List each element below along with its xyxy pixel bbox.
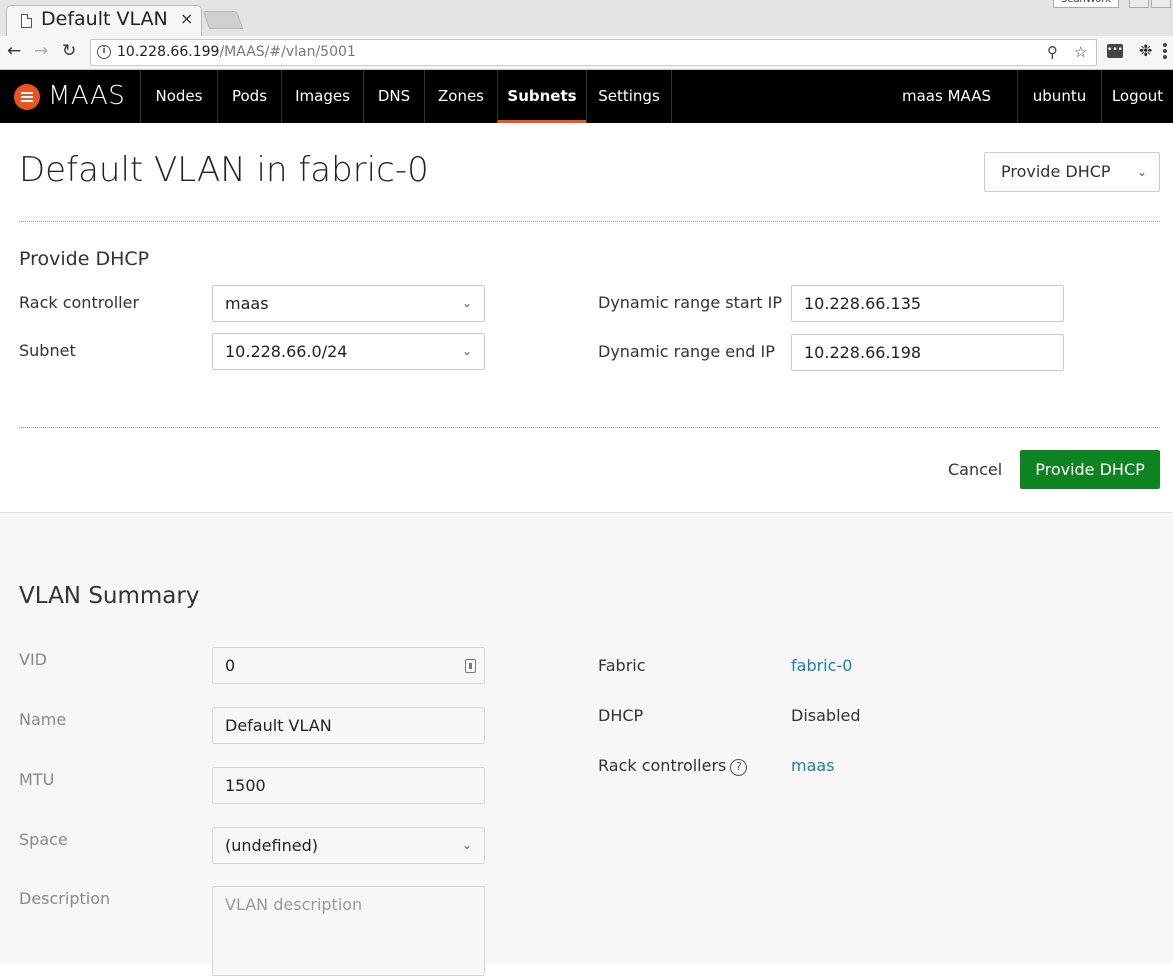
nav-pods[interactable]: Pods <box>217 70 281 123</box>
browser-tab[interactable]: Default VLAN × <box>6 5 202 36</box>
description-label: Description <box>19 889 111 908</box>
star-icon[interactable]: ☆ <box>1074 43 1087 61</box>
end-ip-input[interactable]: 10.228.66.198 <box>791 334 1064 371</box>
fabric-label: Fabric <box>598 656 646 675</box>
take-action-label: Provide DHCP <box>1001 162 1111 181</box>
provide-dhcp-button[interactable]: Provide DHCP <box>1020 450 1160 489</box>
minimize-button[interactable] <box>1129 0 1149 8</box>
description-placeholder: VLAN description <box>225 895 363 914</box>
rack-controller-link[interactable]: maas <box>791 756 835 775</box>
maas-logo-icon[interactable] <box>14 84 40 110</box>
restore-button[interactable] <box>1151 0 1171 8</box>
nav-images[interactable]: Images <box>281 70 363 123</box>
name-value: Default VLAN <box>225 716 332 735</box>
start-ip-input[interactable]: 10.228.66.135 <box>791 285 1064 322</box>
nav-nodes[interactable]: Nodes <box>140 70 217 123</box>
address-bar[interactable]: i 10.228.66.199/MAAS/#/vlan/5001 ⚲ ☆ <box>90 39 1097 66</box>
description-textarea[interactable]: VLAN description <box>212 886 485 976</box>
url-path: /MAAS/#/vlan/5001 <box>219 44 356 60</box>
gimp-icon[interactable]: ❉ <box>1139 41 1152 60</box>
mtu-input[interactable]: 1500 <box>212 767 485 804</box>
browser-tabstrip: Default VLAN × SeanWork <box>0 0 1173 36</box>
name-input[interactable]: Default VLAN <box>212 707 485 744</box>
profile-badge[interactable]: SeanWork <box>1053 0 1119 8</box>
rack-controller-value: maas <box>225 294 269 313</box>
rack-controller-label: Rack controller <box>19 293 140 312</box>
zoom-icon[interactable]: ⚲ <box>1047 43 1058 61</box>
browser-toolbar: ← → ↻ i 10.228.66.199/MAAS/#/vlan/5001 ⚲… <box>0 36 1173 70</box>
user-name[interactable]: maas MAAS <box>902 70 991 123</box>
name-label: Name <box>19 710 67 729</box>
chevron-down-icon: ⌄ <box>1136 165 1147 179</box>
start-ip-value: 10.228.66.135 <box>804 294 922 313</box>
subnet-select[interactable]: 10.228.66.0/24 ⌄ <box>212 333 485 370</box>
tab-title: Default VLAN <box>41 8 168 30</box>
url-host: 10.228.66.199 <box>117 44 220 60</box>
url-text: 10.228.66.199/MAAS/#/vlan/5001 <box>117 44 356 60</box>
chevron-down-icon: ⌄ <box>461 296 472 310</box>
divider <box>19 221 1160 222</box>
vid-value: 0 <box>225 656 236 675</box>
dhcp-status: Disabled <box>791 706 861 725</box>
nav-account[interactable]: ubuntu <box>1017 70 1101 123</box>
vid-input[interactable]: 0 <box>212 647 485 684</box>
mtu-value: 1500 <box>225 776 266 795</box>
tab-close-icon[interactable]: × <box>180 9 193 28</box>
rack-controllers-label-text: Rack controllers <box>598 756 727 775</box>
space-label: Space <box>19 830 68 849</box>
vlan-summary-section <box>0 512 1173 964</box>
spinner-icon[interactable] <box>465 659 476 673</box>
start-ip-label: Dynamic range start IP <box>598 293 782 312</box>
subnet-value: 10.228.66.0/24 <box>225 342 348 361</box>
document-icon <box>21 14 32 28</box>
space-select[interactable]: (undefined) ⌄ <box>212 827 485 864</box>
fabric-link[interactable]: fabric-0 <box>791 656 852 675</box>
dhcp-label: DHCP <box>598 706 644 725</box>
cancel-button[interactable]: Cancel <box>948 460 1002 479</box>
nav-dns[interactable]: DNS <box>363 70 424 123</box>
help-icon[interactable]: ? <box>730 759 748 776</box>
vid-label: VID <box>19 650 47 669</box>
info-icon[interactable]: i <box>97 45 111 59</box>
take-action-dropdown[interactable]: Provide DHCP ⌄ <box>984 152 1160 192</box>
reload-icon[interactable]: ↻ <box>62 41 76 61</box>
vlan-summary-title: VLAN Summary <box>19 583 200 609</box>
subnet-label: Subnet <box>19 341 76 360</box>
menu-icon[interactable] <box>1163 43 1167 61</box>
nav-settings[interactable]: Settings <box>586 70 672 123</box>
end-ip-label: Dynamic range end IP <box>598 342 775 361</box>
chevron-down-icon: ⌄ <box>461 838 472 852</box>
new-tab-button[interactable] <box>202 11 244 29</box>
chevron-down-icon: ⌄ <box>461 344 472 358</box>
space-value: (undefined) <box>225 836 318 855</box>
dhcp-form-title: Provide DHCP <box>19 248 150 270</box>
brand-name[interactable]: MAAS <box>48 81 125 111</box>
nav-subnets[interactable]: Subnets <box>497 70 586 123</box>
main-nav: MAAS Nodes Pods Images DNS Zones Subnets… <box>0 70 1173 123</box>
nav-logout[interactable]: Logout <box>1101 70 1173 123</box>
divider <box>19 427 1160 428</box>
page-title: Default VLAN in fabric-0 <box>19 150 429 190</box>
nav-zones[interactable]: Zones <box>424 70 497 123</box>
rack-controllers-label: Rack controllers? <box>598 756 748 776</box>
end-ip-value: 10.228.66.198 <box>804 343 922 362</box>
mtu-label: MTU <box>19 770 55 789</box>
forward-icon[interactable]: → <box>34 41 48 61</box>
rack-controller-select[interactable]: maas ⌄ <box>212 285 485 322</box>
back-icon[interactable]: ← <box>7 41 21 61</box>
extension-icon[interactable]: ••• <box>1107 44 1123 58</box>
